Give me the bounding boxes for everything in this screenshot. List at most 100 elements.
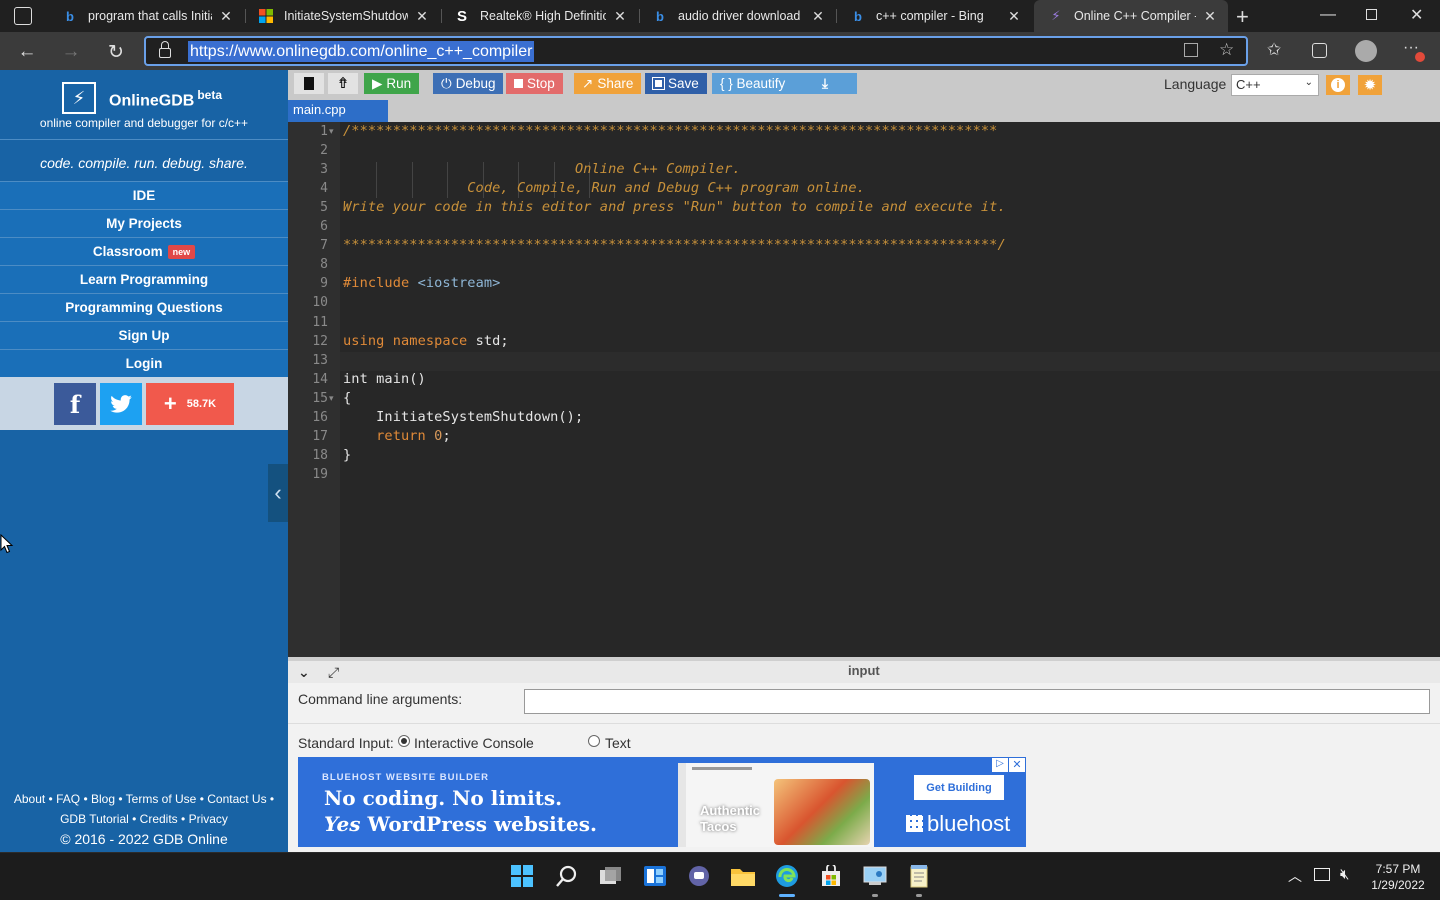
close-icon[interactable]: ✕: [414, 8, 430, 25]
widgets-icon[interactable]: [641, 862, 669, 890]
brand-name[interactable]: OnlineGDB beta: [109, 88, 222, 110]
refresh-icon[interactable]: ↻: [103, 39, 129, 65]
beautify-button[interactable]: { } Beautify: [712, 73, 794, 94]
command-line-arguments-input[interactable]: [524, 689, 1430, 714]
code-line[interactable]: using namespace std;: [343, 333, 509, 349]
browser-tab-4[interactable]: b audio driver download - ✕: [638, 0, 836, 32]
close-icon[interactable]: ✕: [810, 8, 826, 25]
share-button[interactable]: ↗ Share: [574, 73, 642, 94]
nav-sign-up[interactable]: Sign Up: [0, 321, 288, 349]
code-line[interactable]: Code, Compile, Run and Debug C++ program…: [343, 180, 865, 196]
interactive-console-label[interactable]: Interactive Console: [414, 735, 534, 751]
search-icon[interactable]: [553, 862, 581, 890]
onlinegdb-logo-icon[interactable]: ⚡: [62, 82, 96, 114]
code-line[interactable]: Online C++ Compiler.: [343, 161, 741, 177]
restore-icon[interactable]: [1366, 9, 1377, 20]
text-option-label[interactable]: Text: [605, 735, 631, 751]
forward-icon[interactable]: →: [58, 39, 84, 65]
ad-close-icon[interactable]: ✕: [1009, 758, 1025, 772]
taskbar-date[interactable]: 1/29/2022: [1362, 878, 1434, 892]
download-button[interactable]: ⤓: [793, 73, 857, 94]
save-button[interactable]: Save: [645, 73, 707, 94]
language-select[interactable]: C++ ⌄: [1231, 74, 1319, 96]
fold-chevron-icon[interactable]: ▾: [329, 393, 334, 404]
network-icon[interactable]: [1314, 868, 1330, 881]
file-explorer-icon[interactable]: [729, 862, 757, 890]
run-button[interactable]: ▶ Run: [364, 73, 420, 94]
twitter-share-button[interactable]: [100, 383, 142, 425]
collections-icon[interactable]: [1312, 43, 1327, 58]
browser-tab-3[interactable]: S Realtek® High Definition ✕: [440, 0, 638, 32]
adchoices-icon[interactable]: ▷: [992, 758, 1008, 772]
close-icon[interactable]: ✕: [1202, 8, 1218, 25]
browser-tab-1[interactable]: b program that calls Initiat ✕: [48, 0, 244, 32]
stop-button[interactable]: Stop: [506, 73, 563, 94]
file-tab-main-cpp[interactable]: main.cpp: [288, 100, 388, 122]
debug-button[interactable]: ⏻ Debug: [433, 73, 504, 94]
code-line[interactable]: int main(): [343, 371, 426, 387]
code-line[interactable]: InitiateSystemShutdown();: [343, 409, 583, 425]
nav-learn-programming[interactable]: Learn Programming: [0, 265, 288, 293]
chevron-up-icon[interactable]: ︿: [1288, 866, 1302, 886]
code-line[interactable]: Write your code in this editor and press…: [343, 199, 1006, 215]
code-line[interactable]: /***************************************…: [343, 123, 997, 139]
advertisement-banner[interactable]: BLUEHOST WEBSITE BUILDER No coding. No l…: [298, 757, 1026, 847]
task-view-icon[interactable]: [597, 862, 625, 890]
notepad-icon[interactable]: [905, 862, 933, 890]
nav-programming-questions[interactable]: Programming Questions: [0, 293, 288, 321]
footer-link-gdb-tutorial[interactable]: GDB Tutorial: [60, 812, 129, 826]
expand-icon[interactable]: ⤢: [328, 664, 339, 681]
footer-link-privacy[interactable]: Privacy: [189, 812, 228, 826]
nav-my-projects[interactable]: My Projects: [0, 209, 288, 237]
code-line[interactable]: #include <iostream>: [343, 275, 500, 291]
code-line[interactable]: }: [343, 447, 351, 463]
back-icon[interactable]: ←: [14, 39, 40, 65]
nav-classroom[interactable]: Classroom new: [0, 237, 288, 265]
collapse-sidebar-chevron-left-icon[interactable]: ‹: [268, 464, 288, 522]
nav-ide[interactable]: IDE: [0, 181, 288, 209]
close-window-icon[interactable]: ✕: [1410, 5, 1423, 25]
microsoft-store-icon[interactable]: [817, 862, 845, 890]
taskbar-time[interactable]: 7:57 PM: [1362, 862, 1434, 876]
control-panel-icon[interactable]: [861, 862, 889, 890]
code-line[interactable]: return 0;: [343, 428, 451, 444]
upload-button[interactable]: ⇮: [328, 73, 358, 94]
radio-text[interactable]: [588, 735, 600, 747]
new-tab-icon[interactable]: +: [1236, 4, 1249, 30]
close-icon[interactable]: ✕: [612, 8, 628, 25]
windows-start-icon[interactable]: [508, 862, 536, 890]
close-icon[interactable]: ✕: [218, 8, 234, 25]
footer-link-terms[interactable]: Terms of Use: [126, 792, 197, 806]
nav-login[interactable]: Login: [0, 349, 288, 377]
code-line[interactable]: {: [343, 390, 351, 406]
browser-tab-6-active[interactable]: ⚡ Online C++ Compiler - o ✕: [1034, 0, 1228, 32]
app-available-icon[interactable]: [1184, 43, 1198, 57]
info-button[interactable]: i: [1326, 75, 1350, 95]
close-icon[interactable]: ✕: [1006, 8, 1022, 25]
footer-link-credits[interactable]: Credits: [140, 812, 178, 826]
profile-avatar[interactable]: [1355, 40, 1377, 62]
chevron-down-icon[interactable]: ⌄: [298, 664, 310, 681]
favorites-icon[interactable]: ✩: [1267, 40, 1281, 60]
browser-tab-2[interactable]: InitiateSystemShutdown ✕: [244, 0, 440, 32]
browser-tab-5[interactable]: b c++ compiler - Bing ✕: [836, 0, 1032, 32]
footer-link-faq[interactable]: FAQ: [56, 792, 80, 806]
ad-get-building-button[interactable]: Get Building: [914, 775, 1004, 800]
url-text[interactable]: https://www.onlinegdb.com/online_c++_com…: [188, 41, 535, 62]
footer-link-contact[interactable]: Contact Us: [207, 792, 266, 806]
tab-actions-icon[interactable]: [14, 7, 32, 25]
footer-link-blog[interactable]: Blog: [91, 792, 115, 806]
settings-button[interactable]: ✹: [1358, 75, 1382, 95]
footer-link-about[interactable]: About: [14, 792, 45, 806]
code-line[interactable]: ****************************************…: [343, 237, 1006, 253]
new-file-button[interactable]: [294, 73, 324, 94]
facebook-share-button[interactable]: f: [54, 383, 96, 425]
volume-muted-icon[interactable]: 🔇︎: [1340, 866, 1349, 883]
favorite-star-icon[interactable]: ☆: [1219, 40, 1234, 60]
radio-interactive-console[interactable]: [398, 735, 410, 747]
fold-chevron-icon[interactable]: ▾: [329, 126, 334, 137]
edge-browser-icon[interactable]: [773, 862, 801, 890]
teams-chat-icon[interactable]: [685, 862, 713, 890]
addthis-share-button[interactable]: + 58.7K: [146, 383, 234, 425]
minimize-icon[interactable]: —: [1320, 6, 1336, 24]
